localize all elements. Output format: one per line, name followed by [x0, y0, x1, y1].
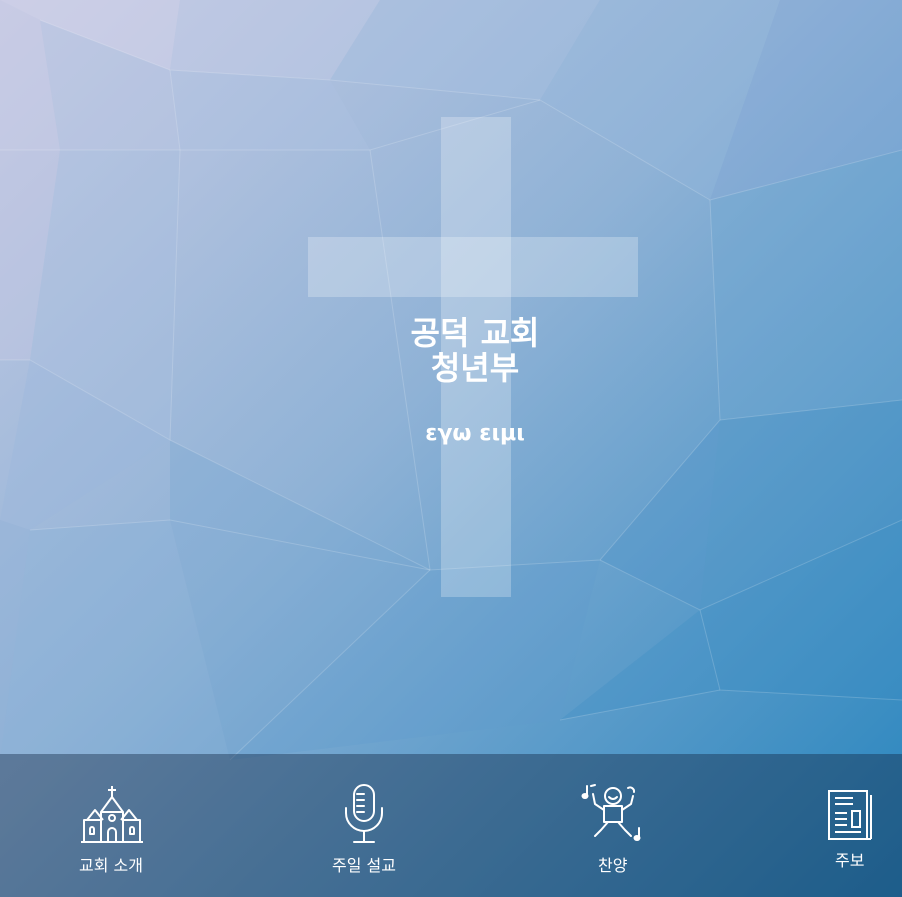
church-icon	[81, 786, 143, 843]
nav-item-praise[interactable]: 찬양	[450, 754, 680, 897]
singing-person-icon	[581, 784, 641, 841]
bottom-nav: 교회 소개 주일 설교 찬양 주보	[0, 754, 902, 897]
page-subtitle: εγω ειμι	[425, 421, 525, 446]
nav-item-bulletin[interactable]: 주보	[680, 754, 902, 897]
nav-item-sunday-sermon[interactable]: 주일 설교	[225, 754, 450, 897]
nav-item-church-intro[interactable]: 교회 소개	[0, 754, 225, 897]
nav-label-church-intro: 교회 소개	[79, 856, 143, 875]
newspaper-icon	[828, 790, 872, 840]
page-title-church: 공덕 교회	[410, 314, 540, 352]
nav-label-sunday-sermon: 주일 설교	[332, 856, 396, 875]
cross-horizontal-bar	[308, 237, 638, 297]
nav-label-bulletin: 주보	[835, 851, 865, 870]
page-title-youth: 청년부	[430, 349, 520, 387]
microphone-icon	[345, 784, 383, 843]
nav-label-praise: 찬양	[598, 856, 628, 875]
